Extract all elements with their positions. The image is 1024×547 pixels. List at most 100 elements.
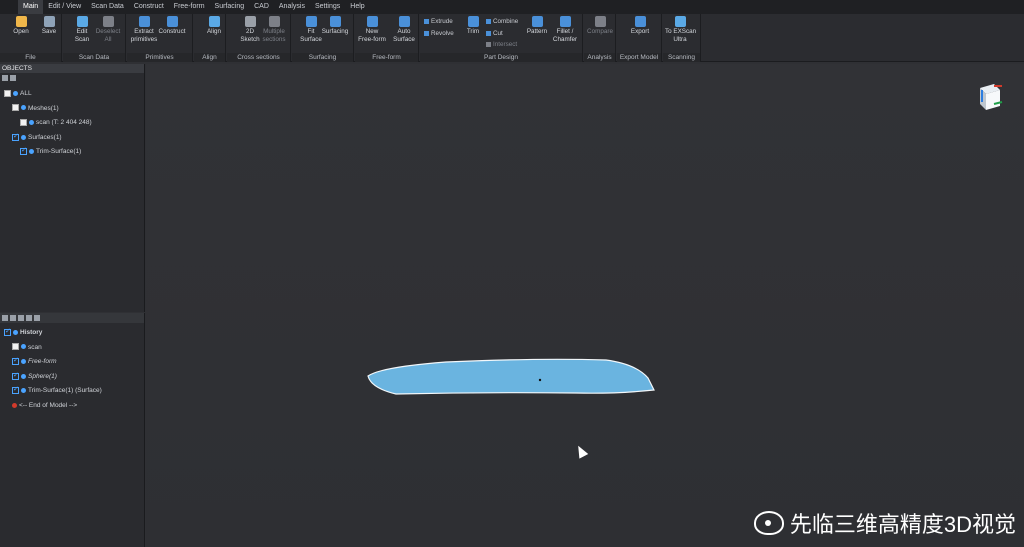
visibility-checkbox[interactable] — [12, 131, 19, 143]
ribbon-group-analysis: Compare Analysis — [584, 14, 616, 62]
objects-tree-item[interactable]: Surfaces(1) — [12, 131, 62, 144]
button-label: Auto — [397, 28, 411, 35]
button-label: Extrude — [431, 18, 453, 25]
export-button[interactable]: Export — [625, 16, 655, 36]
history-tree-item[interactable]: History — [4, 326, 43, 339]
visibility-checkbox[interactable] — [12, 370, 19, 382]
align-button[interactable]: Align — [199, 16, 229, 36]
fillet-icon — [559, 16, 571, 27]
tree-item-label: Free-form — [28, 358, 57, 366]
button-label: Extract — [134, 28, 154, 35]
button-label: Multiple — [263, 28, 285, 35]
step-back-icon[interactable] — [18, 315, 24, 321]
visibility-checkbox[interactable] — [12, 104, 19, 112]
ribbon-group-surfacing: Fit Surface Surfacing Surfacing — [292, 14, 354, 62]
button-label: Deselect — [95, 28, 121, 35]
fillet-chamfer-button[interactable]: Fillet / Chamfer — [550, 16, 580, 44]
menu-settings[interactable]: Settings — [310, 0, 345, 14]
ribbon-group-label: Free-form — [355, 53, 418, 62]
button-label: Compare — [587, 28, 613, 35]
visibility-checkbox[interactable] — [4, 89, 11, 97]
intersect-icon — [486, 41, 491, 47]
objects-tree-item[interactable]: Trim-Surface(1) — [20, 145, 81, 158]
combine-button[interactable]: Combine — [486, 18, 518, 25]
compare-button[interactable]: Compare — [585, 16, 615, 36]
ribbon-toolbar: Open Save File Edit Scan Deselect All Scan Data… — [0, 14, 1024, 62]
expand-icon[interactable] — [2, 75, 8, 81]
fit-surface-icon — [305, 16, 317, 27]
ribbon-group-scan-data: Edit Scan Deselect All Scan Data — [63, 14, 126, 62]
visibility-checkbox[interactable] — [20, 145, 27, 157]
history-tree-item[interactable]: Free-form — [12, 355, 57, 368]
button-label: sections — [262, 36, 286, 43]
tree-item-label: History — [20, 329, 43, 336]
visibility-checkbox[interactable] — [20, 118, 27, 126]
tree-icon[interactable] — [10, 315, 16, 321]
objects-tree-item[interactable]: scan (T: 2 404 248) — [20, 117, 92, 129]
list-icon[interactable] — [2, 315, 8, 321]
trim-button[interactable]: Trim — [458, 16, 488, 36]
watermark: 先临三维高精度3D视觉 — [753, 507, 1016, 539]
edit-scan-icon — [76, 16, 88, 27]
item-type-icon — [21, 388, 26, 394]
visibility-checkbox[interactable] — [12, 343, 19, 351]
item-type-icon — [21, 358, 26, 364]
sections-icon — [268, 16, 280, 27]
menu-free-form[interactable]: Free-form — [169, 0, 210, 14]
extract-primitives-button[interactable]: Extract primitives — [129, 16, 159, 44]
menu-construct[interactable]: Construct — [129, 0, 169, 14]
ribbon-group-export-model: Export Export Model — [617, 14, 662, 62]
menu-analysis[interactable]: Analysis — [274, 0, 310, 14]
button-label: Intersect — [493, 41, 518, 48]
deselect-all-button[interactable]: Deselect All — [93, 16, 123, 44]
view-cube[interactable] — [980, 84, 1003, 110]
visibility-checkbox[interactable] — [12, 384, 19, 396]
menu-help[interactable]: Help — [345, 0, 369, 14]
ribbon-group-label: Part Design — [420, 53, 582, 62]
history-tree-item[interactable]: Sphere(1) — [12, 370, 57, 383]
cut-icon — [486, 30, 491, 36]
button-label: To EXScan — [665, 28, 697, 35]
cut-button[interactable]: Cut — [486, 30, 503, 37]
menu-cad[interactable]: CAD — [249, 0, 274, 14]
ribbon-group-file: Open Save File — [0, 14, 62, 62]
open-button[interactable]: Open — [6, 16, 36, 36]
objects-tree-item[interactable]: Meshes(1) — [12, 103, 59, 115]
item-type-icon — [21, 373, 26, 379]
button-label: Free-form — [358, 36, 386, 43]
menu-edit-view[interactable]: Edit / View — [43, 0, 86, 14]
multiple-sections-button[interactable]: Multiple sections — [259, 16, 289, 44]
surfacing-button[interactable]: Surfacing — [320, 16, 350, 36]
pattern-button[interactable]: Pattern — [522, 16, 552, 36]
button-label: Chamfer — [552, 36, 578, 43]
auto-surface-button[interactable]: Auto Surface — [389, 16, 419, 44]
ribbon-group-primitives: Extract primitives Construct Primitives — [127, 14, 193, 62]
visibility-checkbox[interactable] — [12, 355, 19, 367]
new-free-form-button[interactable]: New Free-form — [357, 16, 387, 44]
trim-surface[interactable] — [367, 358, 655, 395]
3d-viewport[interactable] — [146, 64, 1024, 547]
menu-scan-data[interactable]: Scan Data — [86, 0, 129, 14]
objects-toolbar — [0, 73, 144, 83]
menu-bar: Main Edit / View Scan Data Construct Free-fo… — [0, 0, 1024, 14]
extrude-button[interactable]: Extrude — [424, 18, 453, 25]
menu-main[interactable]: Main — [18, 0, 44, 14]
last-icon[interactable] — [34, 315, 40, 321]
to-exscan-ultra-button[interactable]: To EXScan Ultra — [665, 16, 697, 44]
item-type-icon — [21, 105, 26, 111]
visibility-checkbox[interactable] — [4, 326, 11, 338]
item-type-icon — [21, 134, 26, 140]
intersect-button[interactable]: Intersect — [486, 41, 517, 48]
first-icon[interactable] — [26, 315, 32, 321]
ribbon-group-cross-sections: 2D Sketch Multiple sections Cross sections — [227, 14, 291, 62]
objects-tree-item[interactable]: ALL — [4, 88, 32, 100]
history-tree-item[interactable]: Trim-Surface(1) (Surface) — [12, 384, 102, 397]
filter-icon[interactable] — [10, 75, 16, 81]
history-tree-item[interactable]: scan — [12, 342, 42, 354]
history-tree-item[interactable]: <-- End of Model --> — [12, 400, 77, 412]
construct-button[interactable]: Construct — [157, 16, 187, 36]
save-button[interactable]: Save — [34, 16, 64, 36]
history-panel: History scan Free-form Sphere(1) Trim-Surfac… — [0, 313, 145, 547]
menu-surfacing[interactable]: Surfacing — [210, 0, 250, 14]
revolve-button[interactable]: Revolve — [424, 30, 454, 37]
